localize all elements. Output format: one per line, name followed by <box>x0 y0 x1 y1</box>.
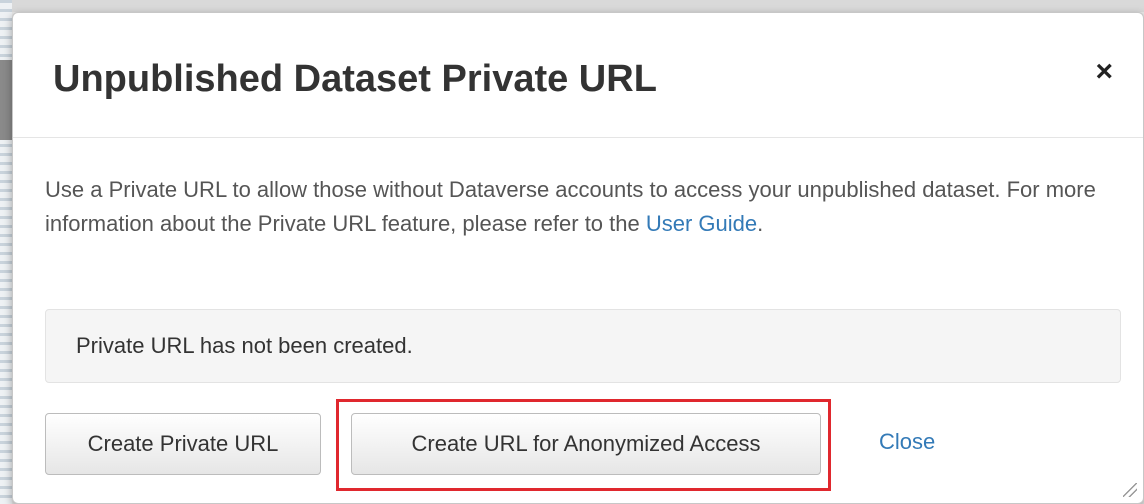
intro-text: Use a Private URL to allow those without… <box>45 173 1121 241</box>
create-private-url-button[interactable]: Create Private URL <box>45 413 321 475</box>
backdrop-top-edge <box>0 0 1144 12</box>
close-icon[interactable]: × <box>1095 57 1113 87</box>
dialog-title: Unpublished Dataset Private URL <box>53 58 657 100</box>
resize-handle-icon[interactable] <box>1123 483 1137 497</box>
create-anonymized-url-button[interactable]: Create URL for Anonymized Access <box>351 413 821 475</box>
intro-text-suffix: . <box>757 211 764 236</box>
private-url-dialog: Unpublished Dataset Private URL × Use a … <box>12 12 1144 504</box>
status-message: Private URL has not been created. <box>76 333 413 358</box>
user-guide-link[interactable]: User Guide <box>646 211 757 236</box>
status-well: Private URL has not been created. <box>45 309 1121 383</box>
dialog-body: Use a Private URL to allow those without… <box>45 173 1121 383</box>
backdrop-left-block <box>0 60 12 140</box>
intro-text-main: Use a Private URL to allow those without… <box>45 177 1096 236</box>
dialog-header: Unpublished Dataset Private URL × <box>13 13 1143 138</box>
close-link[interactable]: Close <box>879 429 935 455</box>
